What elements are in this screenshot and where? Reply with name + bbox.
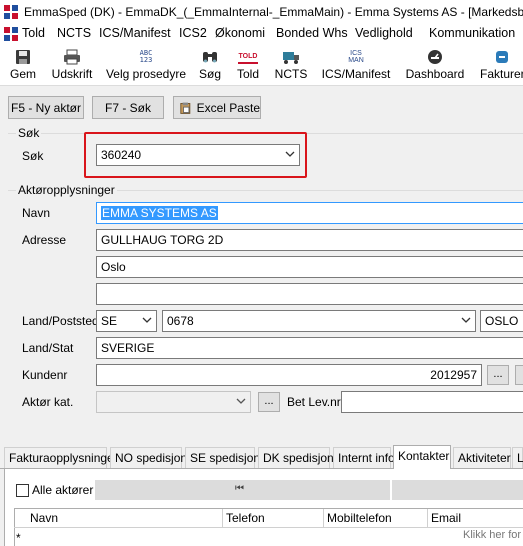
- search-group-title: Søk: [16, 126, 42, 140]
- customer-no-field[interactable]: 2012957: [96, 364, 482, 386]
- menu-ics-manifest[interactable]: ICS/Manifest: [99, 26, 171, 40]
- column-header-email[interactable]: Email: [431, 511, 461, 525]
- ncts-button[interactable]: NCTS: [272, 46, 310, 84]
- tab-dk-spedisjon[interactable]: DK spedisjon: [258, 447, 334, 468]
- truck-icon: [281, 48, 301, 66]
- dashboard-gauge-icon: [425, 48, 445, 66]
- postcode-combobox[interactable]: 0678: [162, 310, 476, 332]
- chevron-down-icon[interactable]: [285, 149, 295, 159]
- ics-manifest-icon: ICS MAN: [348, 50, 364, 64]
- new-actor-button[interactable]: F5 - Ny aktør: [8, 96, 84, 119]
- menu-ncts[interactable]: NCTS: [57, 26, 91, 40]
- contacts-navigator-right[interactable]: [392, 480, 523, 500]
- chevron-down-icon[interactable]: [236, 396, 246, 406]
- ics-manifest-button[interactable]: ICS MAN ICS/Manifest: [318, 46, 394, 84]
- col-divider: [323, 509, 324, 527]
- actor-category-label: Aktør kat.: [22, 395, 74, 409]
- velg-prosedyre-button[interactable]: ABC 123 Velg prosedyre: [104, 46, 188, 84]
- search-label: Søk: [22, 149, 44, 163]
- tab-internt-info[interactable]: Internt info: [333, 447, 395, 468]
- tab-aktiviteter[interactable]: Aktiviteter: [453, 447, 511, 468]
- toolbar: Gem Udskrift ABC 123 Velg prosedyre Søg …: [0, 44, 523, 86]
- search-button[interactable]: F7 - Søk: [92, 96, 164, 119]
- tab-fakturaopplysninger[interactable]: Fakturaopplysninger: [4, 447, 118, 468]
- customer-no-browse-button[interactable]: ...: [487, 365, 509, 385]
- tab-no-spedisjon[interactable]: NO spedisjon: [110, 447, 187, 468]
- address3-field[interactable]: [96, 283, 523, 305]
- new-row-marker: *: [16, 531, 21, 545]
- fakturer-button[interactable]: Fakturer: [476, 46, 523, 84]
- column-header-mobiltelefon[interactable]: Mobiltelefon: [327, 511, 392, 525]
- add-row-hint[interactable]: Klikk her for å: [463, 529, 523, 541]
- customer-no-extra-button[interactable]: [515, 365, 523, 385]
- chevron-down-icon[interactable]: [142, 315, 152, 325]
- column-header-telefon[interactable]: Telefon: [226, 511, 265, 525]
- tab-overflow[interactable]: L: [512, 447, 523, 468]
- gem-button[interactable]: Gem: [6, 46, 40, 84]
- printer-icon: [62, 48, 82, 66]
- told-button[interactable]: TOLD Told: [232, 46, 264, 84]
- address2-field[interactable]: Oslo: [96, 256, 523, 278]
- land-stat-field[interactable]: SVERIGE: [96, 337, 523, 359]
- invoice-icon: [492, 48, 512, 66]
- floppy-disk-icon: [13, 48, 33, 66]
- dashboard-button[interactable]: Dashboard: [402, 46, 468, 84]
- search-combobox[interactable]: 360240: [96, 144, 300, 166]
- col-divider: [427, 509, 428, 527]
- land-stat-label: Land/Stat: [22, 341, 74, 355]
- city-field[interactable]: OSLO: [480, 310, 523, 332]
- name-field[interactable]: EMMA SYSTEMS AS: [96, 202, 523, 224]
- country-code-combobox[interactable]: SE: [96, 310, 157, 332]
- tab-kontakter[interactable]: Kontakter: [393, 445, 451, 469]
- actor-category-combobox[interactable]: [96, 391, 251, 413]
- menu-kommunikation[interactable]: Kommunikation: [429, 26, 515, 40]
- app-icon: [4, 5, 18, 19]
- excel-paste-button[interactable]: Excel Paste: [173, 96, 261, 119]
- name-label: Navn: [22, 206, 51, 220]
- search-binoculars-icon: [200, 48, 220, 66]
- window-title: EmmaSped (DK) - EmmaDK_(_EmmaInternal-_E…: [24, 5, 523, 19]
- title-bar: EmmaSped (DK) - EmmaDK_(_EmmaInternal-_E…: [0, 0, 523, 24]
- contacts-navigator[interactable]: ⏮: [95, 480, 390, 500]
- menu-ics2[interactable]: ICS2: [179, 26, 207, 40]
- told-stamp-icon: TOLD: [238, 50, 258, 64]
- bet-lev-field[interactable]: [341, 391, 523, 413]
- menu-bonded-whs[interactable]: Bonded Whs: [276, 26, 348, 40]
- menu-bar: Told NCTS ICS/Manifest ICS2 Økonomi Bond…: [0, 24, 523, 44]
- clipboard-icon: [180, 102, 191, 114]
- tab-se-spedisjon[interactable]: SE spedisjon: [185, 447, 260, 468]
- actor-category-browse-button[interactable]: ...: [258, 392, 280, 412]
- column-header-navn[interactable]: Navn: [30, 511, 58, 525]
- window-menu-icon[interactable]: [4, 27, 18, 41]
- all-actors-label: Alle aktører: [32, 483, 94, 497]
- chevron-down-icon[interactable]: [461, 315, 471, 325]
- udskrift-button[interactable]: Udskrift: [48, 46, 96, 84]
- menu-told[interactable]: Told: [22, 26, 45, 40]
- address1-field[interactable]: GULLHAUG TORG 2D: [96, 229, 523, 251]
- header-separator: [14, 527, 523, 528]
- address-label: Adresse: [22, 233, 67, 247]
- land-poststed-label: Land/Poststed: [22, 314, 99, 328]
- abc-123-icon: ABC 123: [139, 49, 153, 64]
- actor-group-title: Aktøropplysninger: [16, 183, 117, 197]
- all-actors-checkbox[interactable]: [16, 484, 29, 497]
- menu-vedlighold[interactable]: Vedlighold: [355, 26, 413, 40]
- sog-button[interactable]: Søg: [196, 46, 224, 84]
- first-record-icon[interactable]: ⏮: [235, 483, 244, 494]
- customer-no-label: Kundenr: [22, 368, 68, 382]
- menu-okonomi[interactable]: Økonomi: [215, 26, 265, 40]
- col-divider: [222, 509, 223, 527]
- bet-lev-label: Bet Lev.nr: [287, 395, 341, 409]
